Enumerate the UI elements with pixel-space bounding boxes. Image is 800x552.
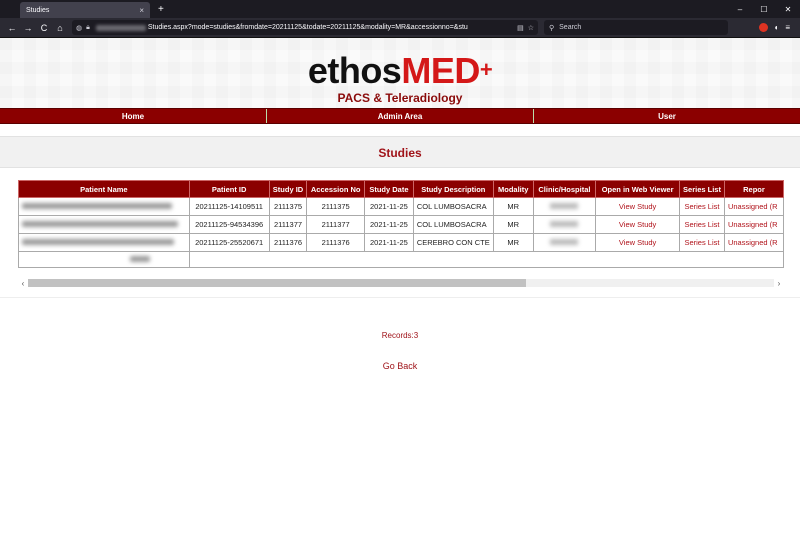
menu-icon[interactable]: ≡ <box>785 23 790 32</box>
col-patient-name[interactable]: Patient Name <box>18 180 190 198</box>
logo-plus: + <box>479 57 493 82</box>
col-patient-id[interactable]: Patient ID <box>188 180 270 198</box>
maximize-icon[interactable]: ☐ <box>752 5 776 14</box>
window-controls: – ☐ ✕ <box>728 0 800 18</box>
col-series-list[interactable]: Series List <box>679 180 725 198</box>
ethosmed-logo: ethosMED+ PACS & Teleradiology <box>0 50 800 106</box>
browser-toolbar: ← → C ⌂ ◍ 🔒︎ Studies.aspx?mode=studies&f… <box>0 18 800 38</box>
study-description: COL LUMBOSACRA <box>412 215 494 234</box>
studies-table: Patient Name Patient ID Study ID Accessi… <box>18 180 784 268</box>
search-placeholder: Search <box>559 24 582 31</box>
close-window-icon[interactable]: ✕ <box>776 5 800 14</box>
view-study-link[interactable]: View Study <box>595 233 681 252</box>
modality: MR <box>492 215 534 234</box>
redacted-footer-cell <box>18 251 190 268</box>
table-row: 20211125-94534396 2111377 2111377 2021-1… <box>18 215 784 234</box>
bookmark-star-icon[interactable]: ☆ <box>528 24 534 32</box>
col-study-description[interactable]: Study Description <box>412 180 494 198</box>
scrollbar-thumb[interactable] <box>28 279 526 287</box>
go-back-link[interactable]: Go Back <box>0 361 800 371</box>
site-header: ethosMED+ PACS & Teleradiology <box>0 38 800 108</box>
close-tab-icon[interactable]: × <box>139 6 144 15</box>
address-bar[interactable]: ◍ 🔒︎ Studies.aspx?mode=studies&fromdate=… <box>72 20 538 35</box>
table-row: 20211125-25520671 2111376 2111376 2021-1… <box>18 233 784 252</box>
view-study-link[interactable]: View Study <box>595 215 681 234</box>
study-description: CEREBRO CON CTE <box>412 233 494 252</box>
view-study-link[interactable]: View Study <box>595 197 681 216</box>
scroll-right-icon[interactable]: › <box>774 279 784 288</box>
logo-word-ethos: ethos <box>307 50 402 91</box>
account-icon[interactable]: ◐ <box>774 23 779 32</box>
study-description: COL LUMBOSACRA <box>412 197 494 216</box>
report-status-link[interactable]: Unassigned (R <box>723 197 784 216</box>
studies-table-container: Patient Name Patient ID Study ID Accessi… <box>18 180 784 272</box>
main-nav: Home Admin Area User <box>0 108 800 124</box>
new-tab-button[interactable]: + <box>158 2 164 18</box>
search-icon: ⚲ <box>549 24 555 32</box>
study-id: 2111376 <box>268 233 308 252</box>
accession-no: 2111375 <box>306 197 365 216</box>
extension-icon[interactable] <box>759 23 769 32</box>
back-icon[interactable]: ← <box>4 23 20 33</box>
col-modality[interactable]: Modality <box>492 180 534 198</box>
patient-id: 20211125-94534396 <box>188 215 270 234</box>
lock-icon: 🔒︎ <box>86 23 90 31</box>
logo-word-med: MED <box>401 50 480 91</box>
col-study-date[interactable]: Study Date <box>363 180 414 198</box>
scroll-left-icon[interactable]: ‹ <box>18 279 28 288</box>
report-status-link[interactable]: Unassigned (R <box>723 215 784 234</box>
table-row: 20211125-14109511 2111375 2111375 2021-1… <box>18 197 784 216</box>
col-accession-no[interactable]: Accession No <box>306 180 365 198</box>
tab-title: Studies <box>26 6 50 14</box>
nav-user[interactable]: User <box>534 109 800 123</box>
study-date: 2021-11-25 <box>363 233 414 252</box>
clinic-redacted <box>532 197 597 216</box>
series-list-link[interactable]: Series List <box>679 233 725 252</box>
browser-tab[interactable]: Studies × <box>20 2 150 18</box>
search-box[interactable]: ⚲ Search <box>544 20 728 35</box>
modality: MR <box>492 197 534 216</box>
title-bar: Studies <box>0 136 800 168</box>
browser-tab-strip: Studies × + – ☐ ✕ <box>0 0 800 18</box>
col-report[interactable]: Repor <box>723 180 784 198</box>
series-list-link[interactable]: Series List <box>679 215 725 234</box>
url-text: Studies.aspx?mode=studies&fromdate=20211… <box>147 24 468 31</box>
patient-name-redacted <box>18 215 190 234</box>
empty-cell <box>188 251 784 268</box>
modality: MR <box>492 233 534 252</box>
table-footer-row <box>18 251 784 268</box>
reload-icon[interactable]: C <box>36 23 52 33</box>
col-web-viewer[interactable]: Open in Web Viewer <box>595 180 681 198</box>
scrollbar-track[interactable] <box>28 279 774 287</box>
clinic-redacted <box>532 233 597 252</box>
accession-no: 2111376 <box>306 233 365 252</box>
patient-name-redacted <box>18 197 190 216</box>
study-date: 2021-11-25 <box>363 215 414 234</box>
patient-name-redacted <box>18 233 190 252</box>
home-icon[interactable]: ⌂ <box>52 23 68 33</box>
reader-icon[interactable]: ▤ <box>517 24 524 32</box>
shield-icon: ◍ <box>76 24 83 32</box>
series-list-link[interactable]: Series List <box>679 197 725 216</box>
patient-id: 20211125-14109511 <box>188 197 270 216</box>
minimize-icon[interactable]: – <box>728 5 752 14</box>
study-date: 2021-11-25 <box>363 197 414 216</box>
nav-home[interactable]: Home <box>0 109 267 123</box>
col-clinic[interactable]: Clinic/Hospital <box>532 180 597 198</box>
nav-admin-area[interactable]: Admin Area <box>267 109 534 123</box>
report-status-link[interactable]: Unassigned (R <box>723 233 784 252</box>
col-study-id[interactable]: Study ID <box>268 180 308 198</box>
records-count: Records:3 <box>381 331 419 340</box>
study-id: 2111377 <box>268 215 308 234</box>
study-id: 2111375 <box>268 197 308 216</box>
divider <box>0 297 800 298</box>
logo-subtitle: PACS & Teleradiology <box>337 91 463 105</box>
page-title: Studies <box>378 146 422 160</box>
horizontal-scrollbar[interactable]: ‹ › <box>18 277 784 289</box>
forward-icon[interactable]: → <box>20 23 36 33</box>
redacted-host <box>95 24 146 31</box>
clinic-redacted <box>532 215 597 234</box>
accession-no: 2111377 <box>306 215 365 234</box>
patient-id: 20211125-25520671 <box>188 233 270 252</box>
